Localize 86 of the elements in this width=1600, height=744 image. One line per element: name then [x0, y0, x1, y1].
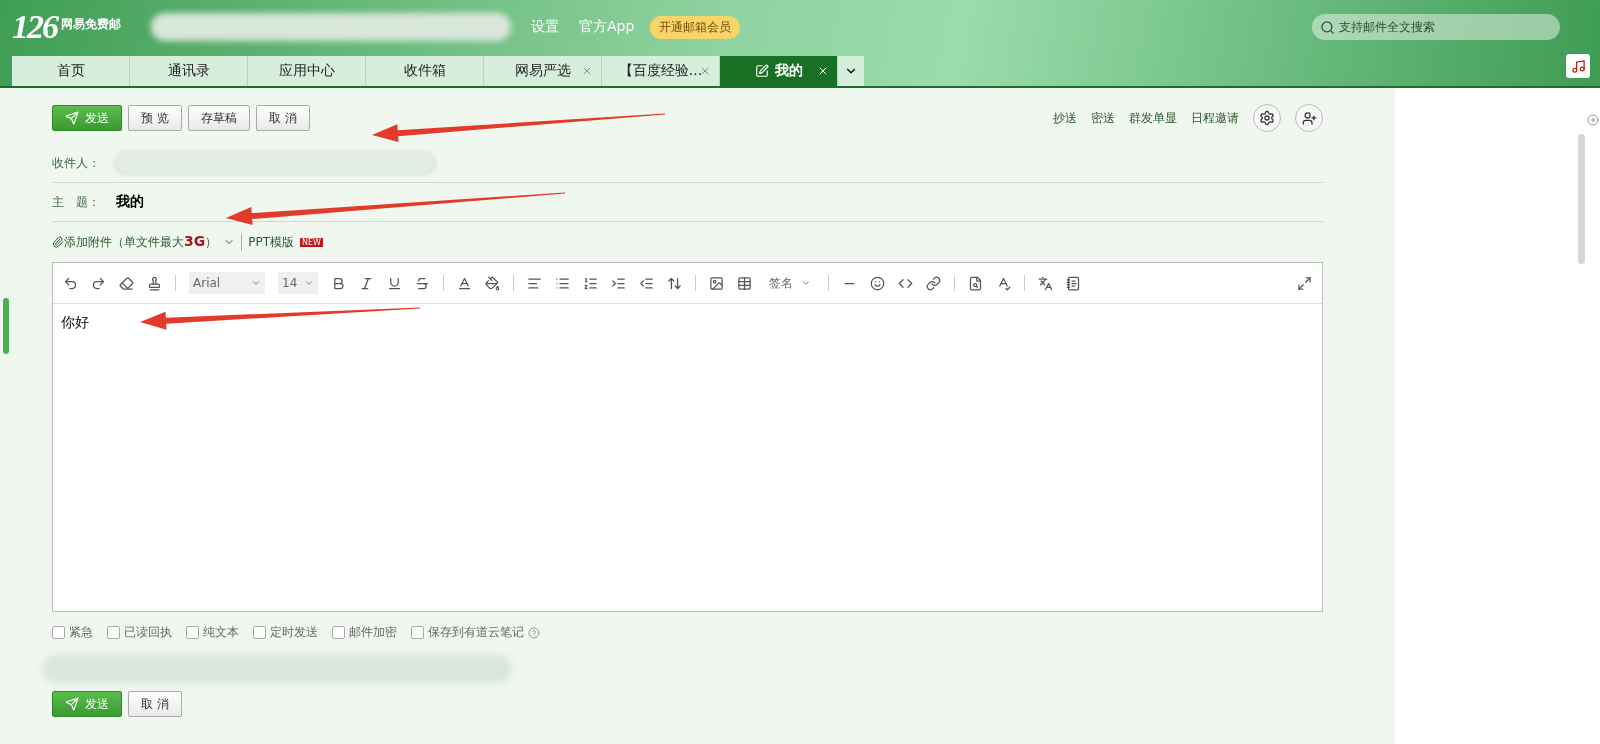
- stamp-icon[interactable]: [147, 275, 162, 291]
- redo-icon[interactable]: [91, 275, 106, 291]
- option-label: 保存到有道云笔记: [428, 624, 524, 641]
- numbered-list-icon[interactable]: [583, 275, 598, 291]
- bold-icon[interactable]: [331, 275, 346, 291]
- music-button[interactable]: [1566, 54, 1590, 78]
- option-label: 已读回执: [124, 624, 172, 641]
- compose-icon: [754, 64, 769, 78]
- new-badge: NEW: [300, 237, 323, 247]
- send-icon: [65, 111, 79, 125]
- action-button[interactable]: 预 览: [128, 105, 182, 131]
- tab[interactable]: 收件箱: [366, 56, 484, 86]
- checkbox[interactable]: [52, 626, 65, 639]
- message-body: 你好: [61, 314, 89, 332]
- settings-icon: [1259, 110, 1275, 126]
- compose-link[interactable]: 密送: [1091, 109, 1115, 127]
- tab[interactable]: 通讯录: [130, 56, 248, 86]
- italic-icon[interactable]: [359, 275, 374, 291]
- text-color-icon[interactable]: [457, 275, 472, 291]
- font-select[interactable]: Arial: [189, 272, 265, 294]
- field-label: 收件人：: [52, 154, 101, 172]
- logo: 126: [12, 8, 57, 46]
- size-select[interactable]: 14: [278, 272, 318, 294]
- tab[interactable]: 【百度经验...: [602, 56, 720, 86]
- scrollbar[interactable]: [1578, 134, 1585, 264]
- highlight-icon[interactable]: [485, 275, 500, 291]
- settings-button[interactable]: [1253, 104, 1281, 132]
- add-contact-button[interactable]: [1295, 104, 1323, 132]
- tab[interactable]: 应用中心: [248, 56, 366, 86]
- compose-link[interactable]: 日程邀请: [1191, 109, 1239, 127]
- field-label: 主 题：: [52, 193, 101, 211]
- emoji-icon[interactable]: [870, 275, 885, 291]
- checkbox[interactable]: [253, 626, 266, 639]
- tab[interactable]: 首页: [12, 56, 130, 86]
- chevron-icon: [304, 278, 314, 288]
- find-icon[interactable]: [968, 275, 983, 291]
- option-label: 邮件加密: [349, 624, 397, 641]
- vip-badge[interactable]: 开通邮箱会员: [650, 15, 741, 39]
- action-button[interactable]: 取 消: [255, 105, 310, 131]
- line-height-icon[interactable]: [667, 275, 682, 291]
- close-icon[interactable]: [699, 65, 711, 77]
- compose-link[interactable]: 抄送: [1053, 109, 1077, 127]
- strikethrough-icon[interactable]: [415, 275, 430, 291]
- option-label: 定时发送: [270, 624, 318, 641]
- music-icon: [1570, 58, 1586, 74]
- eraser-icon[interactable]: [119, 275, 134, 291]
- editor[interactable]: Arial 14 签名 你好: [52, 262, 1323, 612]
- expand-icon[interactable]: [1297, 275, 1312, 291]
- outdent-icon[interactable]: [639, 275, 654, 291]
- action-button[interactable]: 存草稿: [187, 105, 250, 131]
- tab[interactable]: 我的: [720, 56, 838, 86]
- translate-icon[interactable]: [1038, 275, 1053, 291]
- attach-link[interactable]: 添加附件（单文件最大3G）: [52, 233, 218, 251]
- spellcheck-icon[interactable]: [996, 275, 1011, 291]
- close-icon[interactable]: [817, 65, 829, 77]
- undo-icon[interactable]: [63, 275, 78, 291]
- user-plus-icon: [1301, 110, 1317, 126]
- search-field[interactable]: 支持邮件全文搜索: [1312, 14, 1560, 40]
- paperclip-icon: [52, 236, 64, 248]
- checkbox[interactable]: [186, 626, 199, 639]
- option-label: 纯文本: [203, 624, 239, 641]
- indent-icon[interactable]: [611, 275, 626, 291]
- link-icon[interactable]: [926, 275, 941, 291]
- table-icon[interactable]: [737, 275, 752, 291]
- checkbox[interactable]: [107, 626, 120, 639]
- action-button[interactable]: 取 消: [128, 691, 182, 717]
- checkbox[interactable]: [411, 626, 424, 639]
- search-icon: [1320, 19, 1335, 35]
- subject-field[interactable]: 我的: [114, 193, 718, 211]
- underline-icon[interactable]: [387, 275, 402, 291]
- bullet-list-icon[interactable]: [555, 275, 570, 291]
- image-icon[interactable]: [709, 275, 724, 291]
- chevron-icon: [801, 278, 811, 288]
- side-handle[interactable]: [3, 298, 9, 354]
- align-icon[interactable]: [527, 275, 542, 291]
- tab[interactable]: 网易严选: [484, 56, 602, 86]
- compose-link[interactable]: 群发单显: [1129, 109, 1177, 127]
- send-icon: [65, 697, 79, 711]
- close-icon[interactable]: [581, 65, 593, 77]
- checkbox[interactable]: [332, 626, 345, 639]
- option-label: 紧急: [69, 624, 93, 641]
- ppt-template-link[interactable]: PPT模版: [241, 233, 295, 251]
- note-icon[interactable]: [1066, 275, 1081, 291]
- signature-select[interactable]: 签名: [765, 272, 815, 294]
- chevron-icon: [251, 278, 261, 288]
- brand-name: 网易免费邮: [61, 16, 121, 33]
